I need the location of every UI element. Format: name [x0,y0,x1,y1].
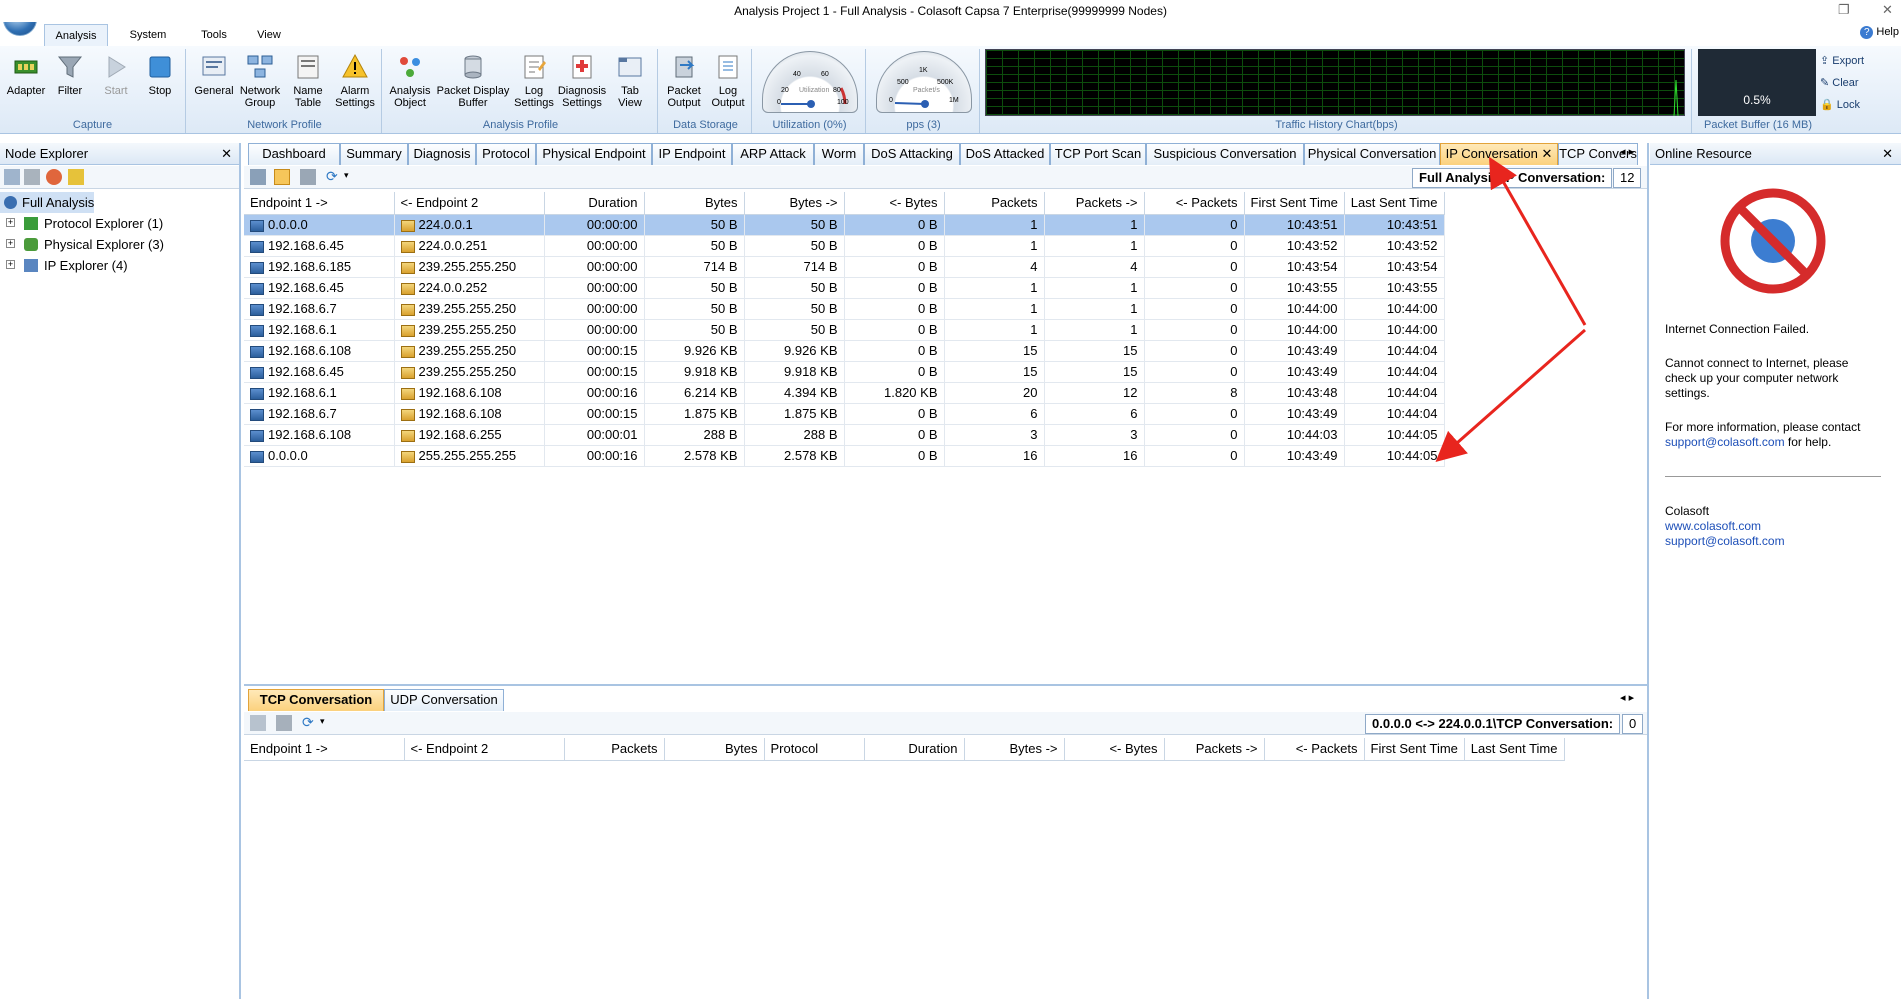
arrow-to-last-row [1435,328,1586,462]
arrow-to-ip-conversation-tab [1489,156,1587,326]
annotation-arrows [1435,156,1587,462]
